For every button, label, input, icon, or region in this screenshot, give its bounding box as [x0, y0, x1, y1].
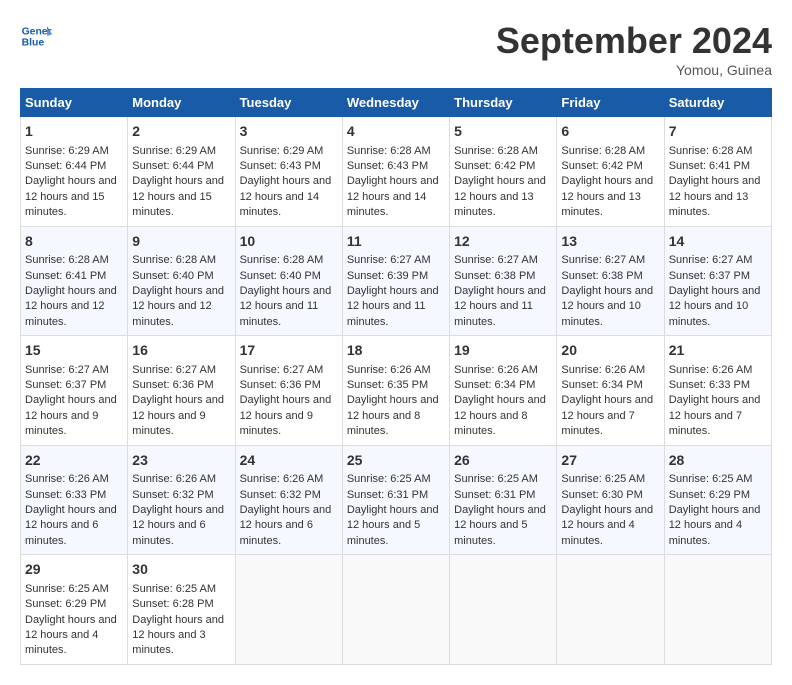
header-tuesday: Tuesday — [235, 89, 342, 117]
table-row: 3 Sunrise: 6:29 AM Sunset: 6:43 PM Dayli… — [235, 117, 342, 227]
table-row: 10 Sunrise: 6:28 AM Sunset: 6:40 PM Dayl… — [235, 226, 342, 336]
table-row: 17 Sunrise: 6:27 AM Sunset: 6:36 PM Dayl… — [235, 336, 342, 446]
header-friday: Friday — [557, 89, 664, 117]
empty-cell — [557, 555, 664, 665]
svg-text:Blue: Blue — [22, 38, 45, 49]
table-row: 22 Sunrise: 6:26 AM Sunset: 6:33 PM Dayl… — [21, 445, 128, 555]
day-headers-row: Sunday Monday Tuesday Wednesday Thursday… — [21, 89, 772, 117]
empty-cell — [342, 555, 449, 665]
table-row: 18 Sunrise: 6:26 AM Sunset: 6:35 PM Dayl… — [342, 336, 449, 446]
table-row: 12 Sunrise: 6:27 AM Sunset: 6:38 PM Dayl… — [450, 226, 557, 336]
page-header: General Blue September 2024 Yomou, Guine… — [20, 20, 772, 78]
table-row: 8 Sunrise: 6:28 AM Sunset: 6:41 PM Dayli… — [21, 226, 128, 336]
calendar-table: Sunday Monday Tuesday Wednesday Thursday… — [20, 88, 772, 665]
table-row: 29 Sunrise: 6:25 AM Sunset: 6:29 PM Dayl… — [21, 555, 128, 665]
table-row: 20 Sunrise: 6:26 AM Sunset: 6:34 PM Dayl… — [557, 336, 664, 446]
table-row: 5 Sunrise: 6:28 AM Sunset: 6:42 PM Dayli… — [450, 117, 557, 227]
logo: General Blue — [20, 20, 52, 52]
table-row: 15 Sunrise: 6:27 AM Sunset: 6:37 PM Dayl… — [21, 336, 128, 446]
table-row: 11 Sunrise: 6:27 AM Sunset: 6:39 PM Dayl… — [342, 226, 449, 336]
logo-icon: General Blue — [20, 20, 52, 52]
calendar-week-row: 15 Sunrise: 6:27 AM Sunset: 6:37 PM Dayl… — [21, 336, 772, 446]
table-row: 14 Sunrise: 6:27 AM Sunset: 6:37 PM Dayl… — [664, 226, 771, 336]
table-row: 2 Sunrise: 6:29 AM Sunset: 6:44 PM Dayli… — [128, 117, 235, 227]
table-row: 30 Sunrise: 6:25 AM Sunset: 6:28 PM Dayl… — [128, 555, 235, 665]
table-row: 27 Sunrise: 6:25 AM Sunset: 6:30 PM Dayl… — [557, 445, 664, 555]
table-row: 28 Sunrise: 6:25 AM Sunset: 6:29 PM Dayl… — [664, 445, 771, 555]
location: Yomou, Guinea — [496, 62, 772, 78]
table-row: 19 Sunrise: 6:26 AM Sunset: 6:34 PM Dayl… — [450, 336, 557, 446]
table-row: 4 Sunrise: 6:28 AM Sunset: 6:43 PM Dayli… — [342, 117, 449, 227]
table-row: 16 Sunrise: 6:27 AM Sunset: 6:36 PM Dayl… — [128, 336, 235, 446]
table-row: 1 Sunrise: 6:29 AM Sunset: 6:44 PM Dayli… — [21, 117, 128, 227]
header-wednesday: Wednesday — [342, 89, 449, 117]
header-monday: Monday — [128, 89, 235, 117]
header-thursday: Thursday — [450, 89, 557, 117]
header-sunday: Sunday — [21, 89, 128, 117]
table-row: 9 Sunrise: 6:28 AM Sunset: 6:40 PM Dayli… — [128, 226, 235, 336]
table-row: 13 Sunrise: 6:27 AM Sunset: 6:38 PM Dayl… — [557, 226, 664, 336]
header-saturday: Saturday — [664, 89, 771, 117]
empty-cell — [664, 555, 771, 665]
table-row: 25 Sunrise: 6:25 AM Sunset: 6:31 PM Dayl… — [342, 445, 449, 555]
calendar-week-row: 8 Sunrise: 6:28 AM Sunset: 6:41 PM Dayli… — [21, 226, 772, 336]
empty-cell — [450, 555, 557, 665]
calendar-week-row: 29 Sunrise: 6:25 AM Sunset: 6:29 PM Dayl… — [21, 555, 772, 665]
table-row: 23 Sunrise: 6:26 AM Sunset: 6:32 PM Dayl… — [128, 445, 235, 555]
table-row: 26 Sunrise: 6:25 AM Sunset: 6:31 PM Dayl… — [450, 445, 557, 555]
calendar-week-row: 22 Sunrise: 6:26 AM Sunset: 6:33 PM Dayl… — [21, 445, 772, 555]
table-row: 21 Sunrise: 6:26 AM Sunset: 6:33 PM Dayl… — [664, 336, 771, 446]
table-row: 6 Sunrise: 6:28 AM Sunset: 6:42 PM Dayli… — [557, 117, 664, 227]
title-block: September 2024 Yomou, Guinea — [496, 20, 772, 78]
table-row: 7 Sunrise: 6:28 AM Sunset: 6:41 PM Dayli… — [664, 117, 771, 227]
table-row: 24 Sunrise: 6:26 AM Sunset: 6:32 PM Dayl… — [235, 445, 342, 555]
empty-cell — [235, 555, 342, 665]
calendar-week-row: 1 Sunrise: 6:29 AM Sunset: 6:44 PM Dayli… — [21, 117, 772, 227]
month-title: September 2024 — [496, 20, 772, 62]
